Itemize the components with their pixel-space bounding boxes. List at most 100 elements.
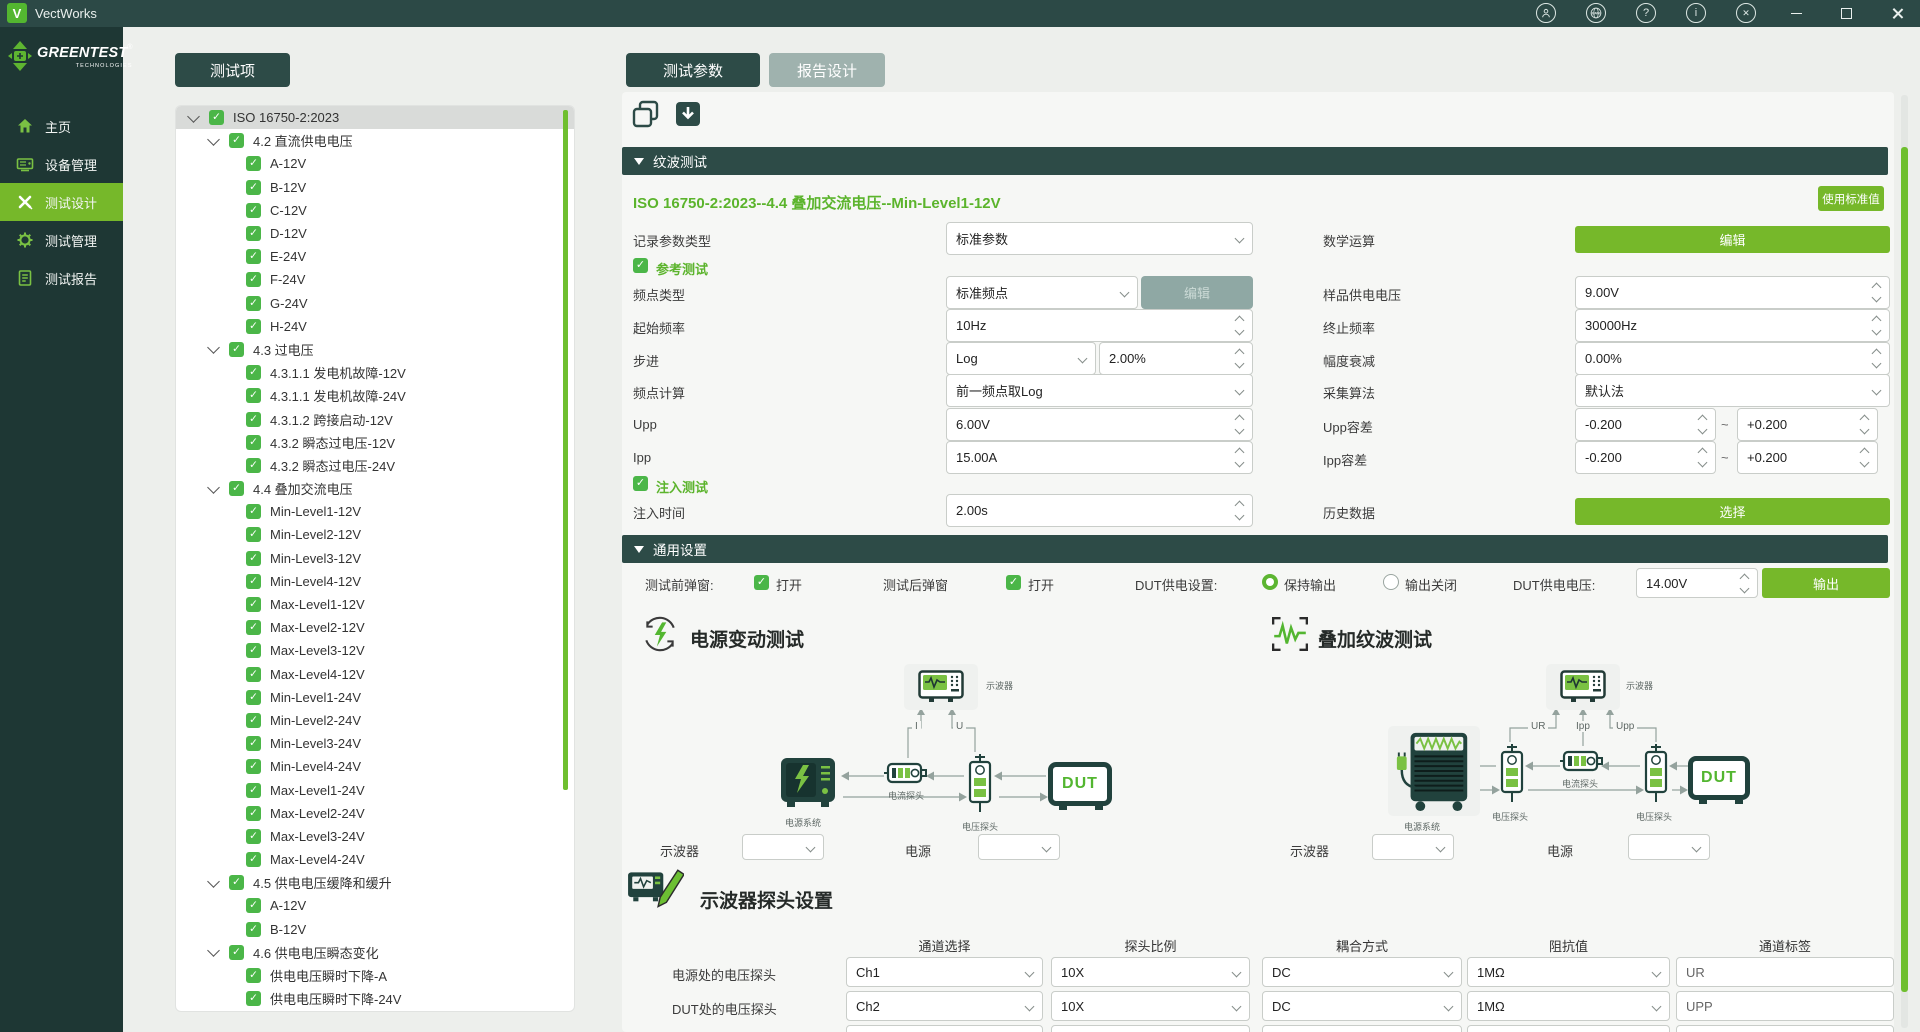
tree-checkbox[interactable]: ✓	[246, 852, 261, 867]
tree-checkbox[interactable]: ✓	[246, 388, 261, 403]
help-icon[interactable]: ?	[1636, 3, 1656, 23]
tree-item[interactable]: ✓Max-Level4-12V	[176, 663, 574, 686]
tree-item[interactable]: ✓ISO 16750-2:2023	[176, 106, 574, 129]
ripple-test-section-header[interactable]: 纹波测试	[622, 147, 1888, 175]
probe-impedance-select[interactable]: 1MΩ	[1467, 991, 1670, 1021]
output-button[interactable]: 输出	[1762, 568, 1890, 598]
injection-time-spinner[interactable]: 2.00s	[946, 494, 1253, 527]
tree-item[interactable]: ✓4.3.1.1 发电机故障-12V	[176, 361, 574, 384]
sample-voltage-spinner[interactable]: 9.00V	[1575, 276, 1890, 309]
dut-voltage-spinner[interactable]: 14.00V	[1636, 568, 1758, 598]
ipp-spinner[interactable]: 15.00A	[946, 441, 1253, 474]
close-button[interactable]	[1874, 0, 1920, 27]
tree-item[interactable]: ✓Min-Level1-12V	[176, 500, 574, 523]
sidebar-item-test-management[interactable]: 测试管理	[0, 221, 123, 259]
probe-channel-select[interactable]: Ch1	[846, 957, 1043, 987]
tree-checkbox[interactable]: ✓	[246, 574, 261, 589]
tree-expand-caret[interactable]	[187, 110, 200, 123]
tree-checkbox[interactable]: ✓	[246, 922, 261, 937]
tree-item[interactable]: ✓B-12V	[176, 918, 574, 941]
tree-item[interactable]: ✓G-24V	[176, 292, 574, 315]
tree-checkbox[interactable]: ✓	[246, 319, 261, 334]
attenuation-spinner[interactable]: 0.00%	[1575, 342, 1890, 375]
probe-tag-input[interactable]: UPP	[1676, 991, 1894, 1021]
tree-checkbox[interactable]: ✓	[246, 713, 261, 728]
maximize-button[interactable]	[1826, 0, 1866, 27]
tree-item[interactable]: ✓供电电压瞬时下降-A	[176, 964, 574, 987]
spinner-arrows[interactable]	[1861, 416, 1868, 433]
info-icon[interactable]: i	[1686, 3, 1706, 23]
use-standard-values-button[interactable]: 使用标准值	[1818, 186, 1884, 211]
spinner-arrows[interactable]	[1236, 416, 1243, 433]
spinner-arrows[interactable]	[1741, 575, 1748, 592]
probe-coupling-select[interactable]: DC	[1262, 957, 1462, 987]
offline-icon[interactable]: ✕	[1736, 3, 1756, 23]
power-select[interactable]	[978, 834, 1060, 860]
sidebar-item-home[interactable]: 主页	[0, 107, 123, 145]
tree-checkbox[interactable]: ✓	[246, 458, 261, 473]
history-select-button[interactable]: 选择	[1575, 498, 1890, 525]
tree-item[interactable]: ✓Max-Level3-12V	[176, 639, 574, 662]
network-lan-icon[interactable]: LAN	[1586, 3, 1606, 23]
tree-checkbox[interactable]: ✓	[246, 783, 261, 798]
sidebar-item-test-design[interactable]: 测试设计	[0, 183, 123, 221]
tree-item[interactable]: ✓4.3.1.2 跨接启动-12V	[176, 407, 574, 430]
ipp-tolerance-max-spinner[interactable]: +0.200	[1737, 441, 1878, 474]
user-account-icon[interactable]	[1536, 3, 1556, 23]
scope-select[interactable]	[1372, 834, 1454, 860]
probe-coupling-select[interactable]: DC	[1262, 991, 1462, 1021]
power-select[interactable]	[1628, 834, 1710, 860]
tree-checkbox[interactable]: ✓	[246, 597, 261, 612]
tree-item[interactable]: ✓供电电压瞬时下降-24V	[176, 987, 574, 1010]
tree-item[interactable]: ✓4.3.1.1 发电机故障-24V	[176, 384, 574, 407]
tree-item[interactable]: ✓E-24V	[176, 245, 574, 268]
tree-item[interactable]: ✓Max-Level1-24V	[176, 778, 574, 801]
tree-checkbox[interactable]: ✓	[229, 875, 244, 890]
probe-ratio-select[interactable]: 10X	[1051, 991, 1250, 1021]
post-test-popup-checkbox[interactable]: ✓	[1006, 575, 1021, 590]
tab-test-parameters[interactable]: 测试参数	[626, 53, 760, 87]
tree-checkbox[interactable]: ✓	[246, 690, 261, 705]
tree-item[interactable]: ✓Min-Level3-12V	[176, 547, 574, 570]
probe-tag-input[interactable]	[1676, 1025, 1894, 1032]
tree-item[interactable]: ✓A-12V	[176, 152, 574, 175]
tree-checkbox[interactable]: ✓	[209, 110, 224, 125]
tree-checkbox[interactable]: ✓	[229, 342, 244, 357]
sidebar-item-device-management[interactable]: 设备管理	[0, 145, 123, 183]
tree-item[interactable]: ✓Max-Level3-24V	[176, 825, 574, 848]
tree-item[interactable]: ✓Max-Level4-24V	[176, 848, 574, 871]
tree-expand-caret[interactable]	[207, 481, 220, 494]
upp-tolerance-min-spinner[interactable]: -0.200	[1575, 408, 1716, 441]
tree-checkbox[interactable]: ✓	[229, 133, 244, 148]
pre-test-popup-checkbox[interactable]: ✓	[754, 575, 769, 590]
tree-item[interactable]: ✓D-12V	[176, 222, 574, 245]
tab-report-design[interactable]: 报告设计	[769, 53, 885, 87]
tree-checkbox[interactable]: ✓	[246, 759, 261, 774]
probe-channel-select[interactable]	[846, 1025, 1043, 1032]
tree-item[interactable]: ✓4.6 供电电压瞬态变化	[176, 941, 574, 964]
start-frequency-spinner[interactable]: 10Hz	[946, 309, 1253, 342]
step-mode-select[interactable]: Log	[946, 342, 1096, 375]
tree-item[interactable]: ✓4.3.2 瞬态过电压-24V	[176, 454, 574, 477]
freq-point-type-select[interactable]: 标准频点	[946, 276, 1138, 309]
tree-checkbox[interactable]: ✓	[246, 435, 261, 450]
spinner-arrows[interactable]	[1236, 449, 1243, 466]
tree-item[interactable]: ✓4.3 过电压	[176, 338, 574, 361]
output-off-radio[interactable]	[1383, 574, 1399, 590]
spinner-arrows[interactable]	[1699, 449, 1706, 466]
spinner-arrows[interactable]	[1861, 449, 1868, 466]
tree-checkbox[interactable]: ✓	[246, 898, 261, 913]
minimize-button[interactable]	[1776, 0, 1816, 27]
freq-calc-select[interactable]: 前一频点取Log	[946, 374, 1253, 407]
step-value-spinner[interactable]: 2.00%	[1099, 342, 1253, 375]
paste-parameters-button[interactable]	[672, 98, 704, 130]
tree-checkbox[interactable]: ✓	[246, 226, 261, 241]
general-settings-section-header[interactable]: 通用设置	[622, 535, 1888, 563]
reference-test-checkbox[interactable]: ✓	[633, 258, 648, 273]
math-edit-button[interactable]: 编辑	[1575, 226, 1890, 253]
copy-parameters-button[interactable]	[630, 98, 662, 130]
tree-checkbox[interactable]: ✓	[229, 481, 244, 496]
tree-expand-caret[interactable]	[207, 342, 220, 355]
spinner-arrows[interactable]	[1236, 350, 1243, 367]
tree-item[interactable]: ✓4.2 直流供电电压	[176, 129, 574, 152]
